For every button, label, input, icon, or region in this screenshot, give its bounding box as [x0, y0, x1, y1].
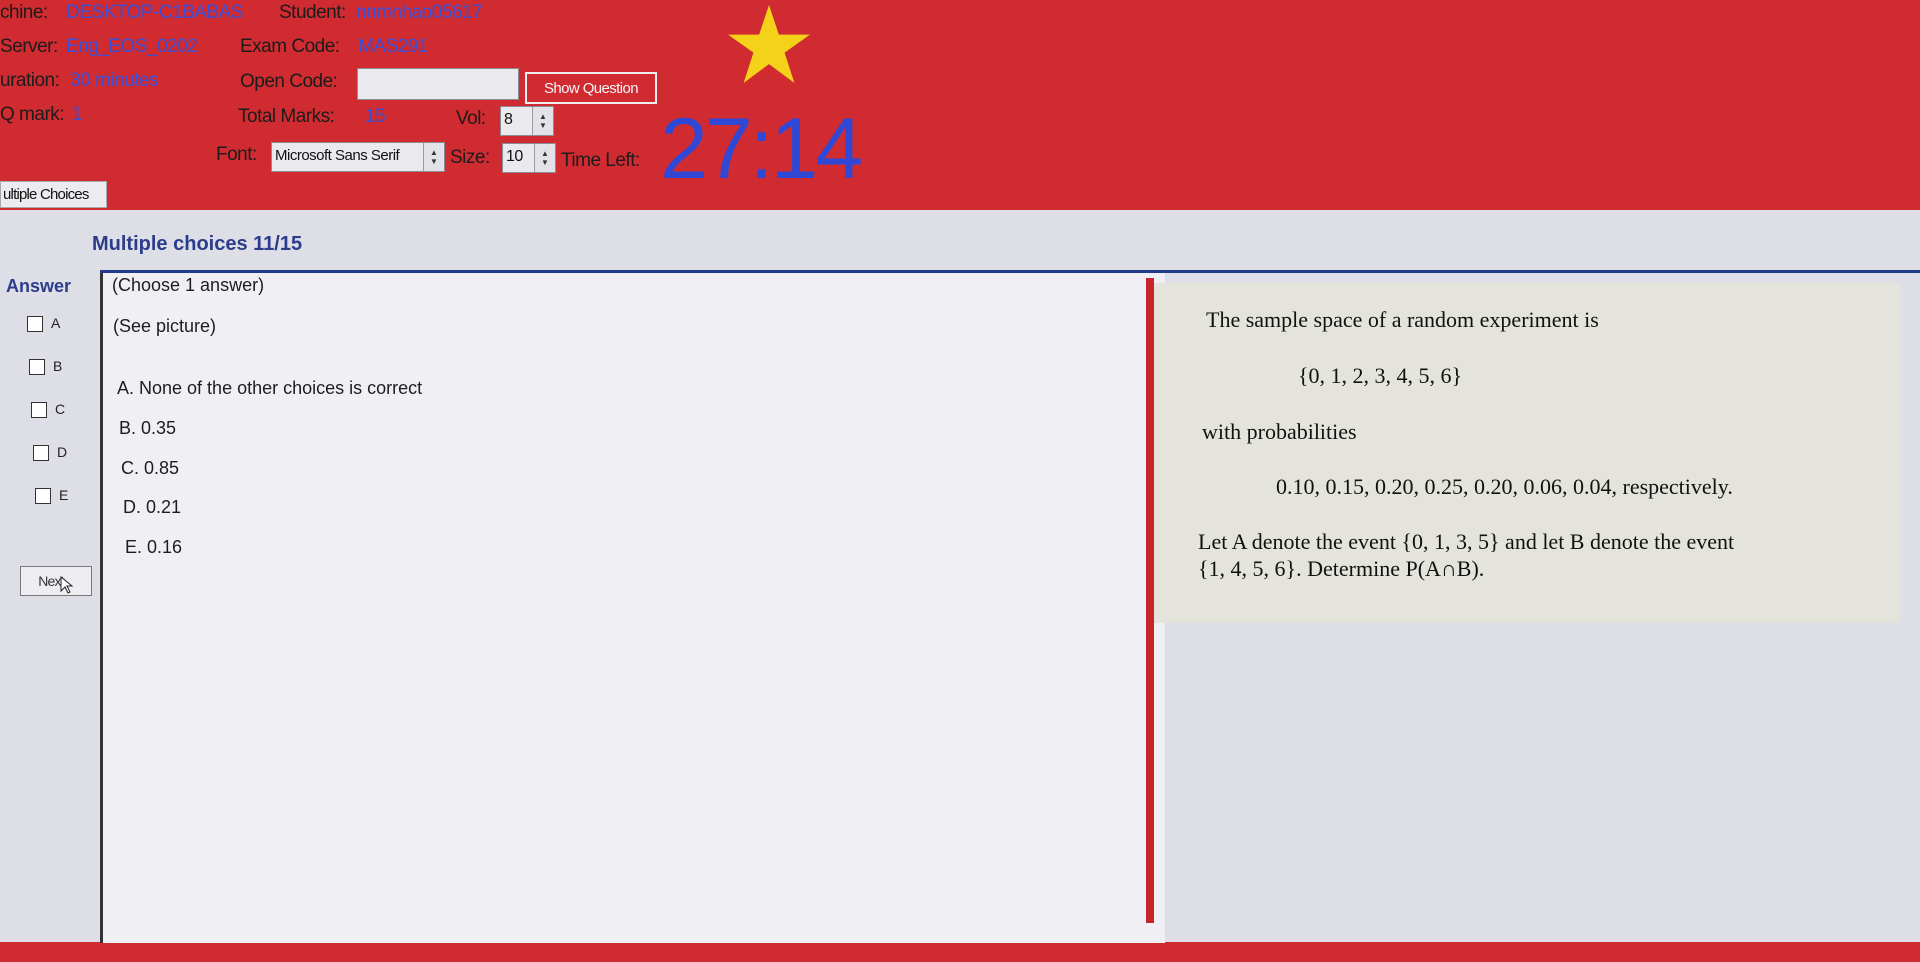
total-marks-label: Total Marks: — [238, 106, 335, 127]
next-button[interactable]: Next — [20, 566, 92, 596]
choose-instruction: (Choose 1 answer) — [112, 275, 265, 295]
show-question-button[interactable]: Show Question — [525, 72, 657, 104]
student-value: nnmnhao05617 — [356, 2, 483, 23]
open-code-label: Open Code: — [240, 71, 338, 92]
picture-line-5: Let A denote the event {0, 1, 3, 5} and … — [1198, 529, 1735, 554]
open-code-input[interactable] — [357, 68, 519, 100]
vol-label: Vol: — [456, 108, 486, 129]
student-label: Student: — [279, 2, 346, 23]
picture-line-3: with probabilities — [1202, 419, 1357, 444]
machine-value: DESKTOP-C1BABAS — [66, 2, 243, 23]
mark-label: Q mark: — [0, 104, 65, 125]
choice-a: A. None of the other choices is correct — [117, 378, 423, 398]
vol-spinner-arrows-icon[interactable]: ▲ ▼ — [532, 107, 553, 135]
checkbox-label-b: B — [53, 358, 63, 374]
size-label: Size: — [450, 147, 490, 168]
mark-value: 1 — [72, 104, 83, 125]
answer-checkbox-c[interactable] — [31, 402, 47, 418]
answer-checkbox-d[interactable] — [33, 445, 49, 461]
answer-checkbox-a[interactable] — [27, 316, 43, 332]
checkbox-label-e: E — [59, 487, 69, 503]
cursor-icon — [60, 576, 74, 594]
vol-stepper[interactable]: 8 ▲ ▼ — [500, 106, 554, 136]
exam-code-value: MAS291 — [358, 36, 428, 57]
splitter-bar[interactable] — [1146, 278, 1154, 923]
time-left-label: Time Left: — [561, 150, 640, 171]
server-value: Eng_EOS_0202 — [66, 36, 198, 57]
size-value: 10 — [506, 148, 523, 165]
picture-line-6: {1, 4, 5, 6}. Determine P(A∩B). — [1198, 556, 1485, 581]
font-spinner-arrows-icon[interactable]: ▲ ▼ — [423, 143, 444, 171]
show-question-label: Show Question — [544, 79, 639, 97]
choice-c: C. 0.85 — [121, 458, 180, 478]
picture-line-2: {0, 1, 2, 3, 4, 5, 6} — [1298, 363, 1463, 388]
checkbox-label-c: C — [55, 401, 66, 417]
picture-line-4: 0.10, 0.15, 0.20, 0.25, 0.20, 0.06, 0.04… — [1276, 474, 1733, 499]
question-title: Multiple choices 11/15 — [92, 233, 303, 255]
question-text-area: (Choose 1 answer) (See picture) A. None … — [100, 273, 1165, 943]
exam-code-label: Exam Code: — [240, 36, 340, 57]
choice-e: E. 0.16 — [125, 537, 183, 557]
question-picture: The sample space of a random experiment … — [1154, 283, 1900, 623]
choice-b: B. 0.35 — [119, 418, 177, 438]
font-label: Font: — [216, 144, 257, 165]
total-marks-value: 15 — [365, 106, 386, 127]
tab-multiple-choices[interactable]: ultiple Choices — [0, 181, 107, 208]
font-select[interactable]: Microsoft Sans Serif ▲ ▼ — [271, 142, 445, 172]
star-icon — [728, 5, 810, 83]
font-value: Microsoft Sans Serif — [275, 147, 400, 164]
duration-value: 30 minutes — [70, 70, 158, 91]
size-spinner-arrows-icon[interactable]: ▲ ▼ — [534, 144, 555, 172]
server-label: Server: — [0, 36, 58, 57]
picture-line-1: The sample space of a random experiment … — [1206, 307, 1599, 332]
answer-checkbox-b[interactable] — [29, 359, 45, 375]
see-picture-text: (See picture) — [113, 316, 217, 336]
answer-label: Answer — [6, 276, 72, 296]
checkbox-label-d: D — [57, 444, 68, 460]
choice-d: D. 0.21 — [123, 497, 182, 517]
checkbox-label-a: A — [51, 315, 61, 331]
tab-label: ultiple Choices — [3, 186, 89, 203]
duration-label: uration: — [0, 70, 60, 91]
size-stepper[interactable]: 10 ▲ ▼ — [502, 143, 556, 173]
answer-checkbox-e[interactable] — [35, 488, 51, 504]
countdown-timer: 27:14 — [660, 101, 863, 197]
vol-value: 8 — [504, 111, 513, 128]
machine-label: chine: — [0, 2, 48, 23]
